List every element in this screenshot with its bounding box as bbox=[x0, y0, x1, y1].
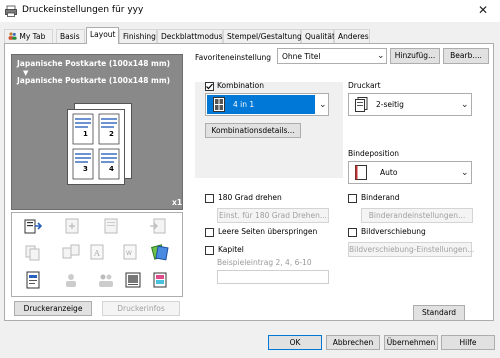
layout-preview: Japanische Postkarte (100x148 mm) ▼ Japa… bbox=[11, 54, 183, 210]
print-type-value: 2-seitig bbox=[376, 100, 404, 109]
page-number: 2 bbox=[109, 130, 114, 138]
tab-layout[interactable]: Layout bbox=[86, 27, 119, 44]
favorites-add-button[interactable]: Hinzufüg... bbox=[390, 48, 440, 64]
color-pages-icon bbox=[151, 244, 169, 261]
image-shift-label: Bildverschiebung bbox=[361, 227, 426, 236]
printer-option-icons: A W bbox=[11, 212, 183, 297]
tab-label: Qualität bbox=[305, 32, 335, 41]
tab-label: My Tab bbox=[19, 32, 46, 41]
chevron-down-icon: ⌄ bbox=[461, 168, 469, 178]
paper-size-output: Japanische Postkarte (100x148 mm) bbox=[17, 76, 171, 85]
combination-details-button[interactable]: Kombinationsdetails... bbox=[205, 123, 301, 138]
document-icon-faded bbox=[104, 218, 118, 234]
svg-text:A: A bbox=[93, 249, 100, 258]
person-icon-faded bbox=[66, 274, 76, 287]
page-number: 3 bbox=[83, 165, 88, 173]
favorites-label: Favoriteneinstellung bbox=[195, 53, 272, 62]
combination-value: 4 in 1 bbox=[233, 100, 255, 109]
combination-label: Kombination bbox=[217, 81, 264, 90]
chevron-down-icon: ⌄ bbox=[319, 100, 327, 110]
users-icon-faded bbox=[99, 274, 113, 287]
tab-finishing[interactable]: Finishing bbox=[119, 29, 157, 43]
paper-size-input: Japanische Postkarte (100x148 mm) bbox=[17, 59, 171, 68]
image-shift-settings-button[interactable]: Bildverschiebung-Einstellungen... bbox=[348, 242, 474, 257]
preview-sheet: 1 2 3 4 bbox=[67, 109, 125, 185]
tab-label: Finishing bbox=[123, 32, 156, 41]
printer-icon bbox=[5, 5, 17, 17]
people-icon bbox=[8, 32, 17, 40]
chapter-checkbox[interactable] bbox=[205, 246, 214, 255]
binding-position-label: Bindeposition bbox=[348, 149, 400, 158]
tab-label: Deckblattmodus bbox=[161, 32, 223, 41]
window-title: Druckeinstellungen für yyy bbox=[22, 5, 144, 15]
page-number: 4 bbox=[109, 165, 114, 173]
binding-margin-label: Binderand bbox=[361, 193, 400, 202]
favorites-value: Ohne Titel bbox=[282, 52, 321, 61]
duplex-icon bbox=[355, 97, 368, 112]
rotate180-label: 180 Grad drehen bbox=[218, 193, 282, 202]
document-icon-faded bbox=[65, 218, 79, 234]
text-a-icon-faded: A bbox=[90, 244, 104, 260]
four-up-icon bbox=[213, 97, 225, 112]
print-type-label: Druckart bbox=[348, 81, 381, 90]
dialog-footer: OK Abbrechen Übernehmen Hilfe bbox=[0, 330, 500, 350]
watermark-icon-faded: W bbox=[123, 244, 137, 260]
page-number: 1 bbox=[83, 130, 88, 138]
form-icon bbox=[26, 271, 40, 289]
tab-anderes[interactable]: Anderes bbox=[334, 29, 370, 43]
check-icon bbox=[206, 83, 213, 90]
printer-info-button[interactable]: Druckerinfos bbox=[102, 301, 180, 316]
standard-button[interactable]: Standard bbox=[413, 305, 465, 321]
binding-margin-checkbox[interactable] bbox=[348, 194, 357, 203]
binding-margin-settings-button[interactable]: Binderandeinstellungen... bbox=[361, 208, 473, 223]
chevron-down-icon: ⌄ bbox=[377, 51, 385, 61]
document-arrow-icon-faded bbox=[150, 218, 166, 234]
combination-select[interactable]: 4 in 1 ⌄ bbox=[205, 93, 329, 116]
tab-qualitaet[interactable]: Qualität bbox=[301, 29, 335, 43]
binding-position-value: Auto bbox=[380, 168, 398, 177]
help-button[interactable]: Hilfe bbox=[441, 335, 495, 350]
skip-blank-label: Leere Seiten überspringen bbox=[218, 227, 318, 236]
image-icon bbox=[125, 272, 141, 288]
close-icon[interactable]: ✕ bbox=[478, 3, 488, 17]
binding-icon bbox=[355, 165, 367, 180]
stack-icon-faded bbox=[25, 245, 40, 261]
favorites-edit-button[interactable]: Bearb.... bbox=[443, 48, 489, 64]
tab-label: Basis bbox=[60, 32, 80, 41]
title-bar: Druckeinstellungen für yyy ✕ bbox=[0, 0, 500, 22]
rotate180-checkbox[interactable] bbox=[205, 194, 214, 203]
tab-stempel-gestaltung[interactable]: Stempel/Gestaltung bbox=[223, 29, 302, 43]
svg-text:W: W bbox=[126, 250, 132, 257]
apply-button[interactable]: Übernehmen bbox=[384, 335, 438, 350]
skip-blank-checkbox[interactable] bbox=[205, 228, 214, 237]
binding-position-select[interactable]: Auto ⌄ bbox=[348, 161, 472, 184]
chapter-hint: Beispieleintrag 2, 4, 6-10 bbox=[217, 258, 312, 267]
chevron-down-icon: ⌄ bbox=[461, 100, 469, 110]
ok-button[interactable]: OK bbox=[268, 335, 322, 350]
copies-count: x1 bbox=[172, 198, 183, 207]
printer-display-button[interactable]: Druckeranzeige bbox=[14, 301, 92, 316]
rotate180-settings-button[interactable]: Einst. für 180 Grad Drehen... bbox=[217, 208, 329, 223]
print-to-paper-icon bbox=[24, 219, 42, 234]
tab-label: Stempel/Gestaltung bbox=[227, 32, 302, 41]
image-shift-checkbox[interactable] bbox=[348, 228, 357, 237]
four-in-one-pages bbox=[72, 113, 120, 180]
combination-checkbox[interactable] bbox=[205, 82, 214, 91]
cancel-button[interactable]: Abbrechen bbox=[326, 335, 380, 350]
tab-label: Anderes bbox=[338, 32, 369, 41]
pages-icon-faded bbox=[62, 244, 80, 259]
favorites-select[interactable]: Ohne Titel ⌄ bbox=[277, 48, 387, 64]
tab-basis[interactable]: Basis bbox=[56, 29, 85, 43]
color-doc-icon bbox=[153, 272, 167, 288]
chapter-label: Kapitel bbox=[218, 245, 244, 254]
chapter-input[interactable] bbox=[217, 270, 329, 284]
tab-deckblattmodus[interactable]: Deckblattmodus bbox=[157, 29, 223, 43]
print-type-select[interactable]: 2-seitig ⌄ bbox=[348, 93, 472, 116]
tab-my-tab[interactable]: My Tab bbox=[4, 29, 53, 43]
tab-label: Layout bbox=[90, 30, 116, 39]
